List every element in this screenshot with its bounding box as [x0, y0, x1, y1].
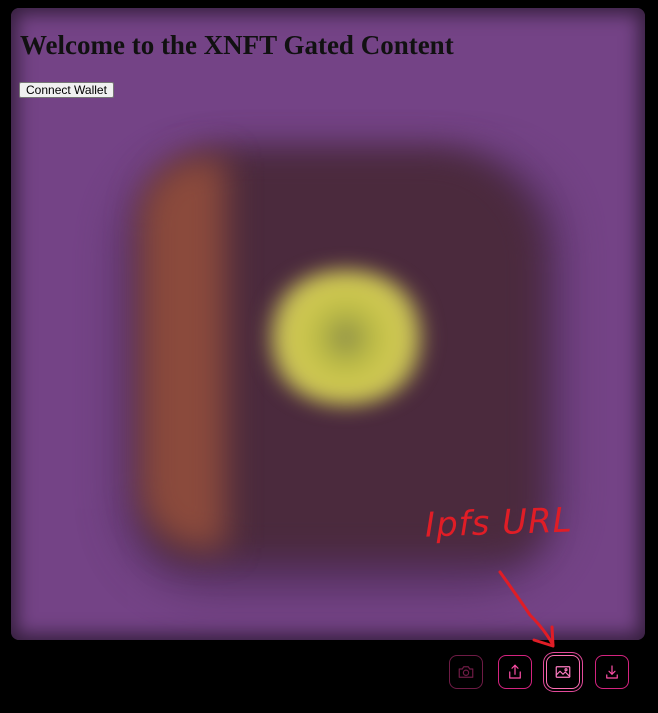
image-icon [555, 666, 571, 678]
eye-shape [261, 270, 431, 405]
download-button[interactable] [595, 655, 629, 689]
content-frame: Welcome to the XNFT Gated Content Connec… [11, 8, 645, 640]
annotation-label: Ipfs URL [424, 500, 574, 546]
share-button[interactable] [498, 655, 532, 689]
connect-wallet-button[interactable]: Connect Wallet [19, 82, 114, 98]
ipfs-image-button[interactable] [546, 655, 580, 689]
book-spine [141, 158, 226, 548]
camera-button[interactable] [449, 655, 483, 689]
share-icon [509, 664, 521, 679]
book-shape [151, 148, 541, 558]
page-heading: Welcome to the XNFT Gated Content [20, 30, 454, 60]
camera-icon [458, 666, 474, 678]
nft-artwork-image [11, 8, 645, 640]
download-icon [606, 665, 618, 679]
